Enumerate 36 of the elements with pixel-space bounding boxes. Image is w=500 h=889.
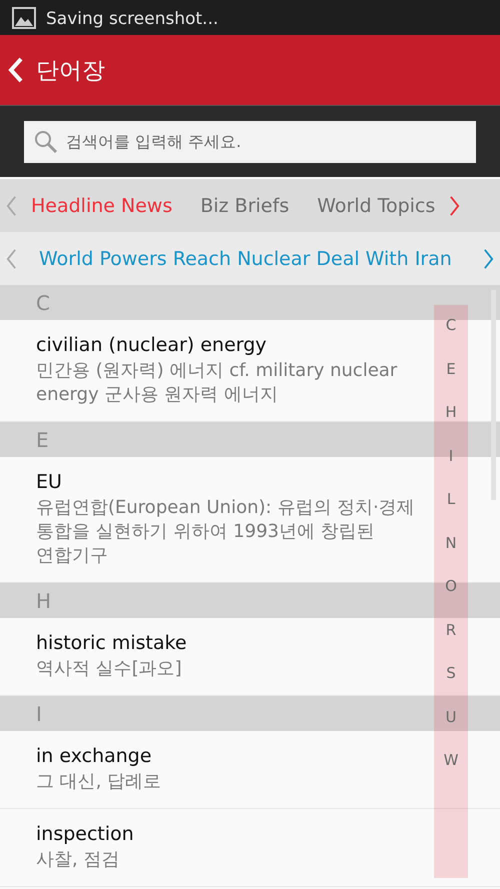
index-letter[interactable]: W — [444, 750, 458, 770]
entry-word: historic mistake — [36, 632, 188, 654]
chevron-right-icon[interactable] — [483, 248, 494, 270]
entry-meaning: 유럽연합(European Union): 유럽의 정치·경제 통합을 실현하기 위하여 1993년에 창립된 연합기구 — [36, 496, 416, 568]
entry-word: EU — [36, 471, 63, 493]
section-letter: C — [36, 290, 50, 314]
index-letter[interactable]: H — [445, 402, 457, 422]
chevron-left-icon[interactable] — [6, 248, 17, 270]
section-letter: H — [36, 588, 52, 612]
category-tab[interactable]: Biz Briefs — [186, 194, 304, 216]
category-tab[interactable]: Headline News — [17, 194, 186, 216]
section-letter: E — [36, 428, 49, 452]
entry-word: inspection — [36, 823, 135, 845]
section-letter: I — [36, 702, 42, 726]
entry-meaning: 사찰, 점검 — [36, 848, 120, 872]
entry-meaning: 역사적 실수[과오] — [36, 657, 183, 681]
search-field[interactable]: 검색어를 입력해 주세요. — [24, 120, 476, 162]
index-letter[interactable]: N — [445, 532, 457, 552]
search-icon — [34, 130, 58, 154]
back-icon[interactable] — [8, 56, 24, 84]
category-tab[interactable]: World Topics — [303, 194, 450, 216]
notification-text: Saving screenshot... — [46, 9, 218, 29]
screen-title: 단어장 — [36, 56, 105, 86]
entry-word: in exchange — [36, 745, 153, 767]
index-letter[interactable]: L — [446, 489, 456, 509]
chevron-right-icon[interactable] — [449, 194, 460, 216]
index-letter[interactable]: R — [446, 620, 456, 640]
entry-meaning: 민간용 (원자력) 에너지 cf. military nuclear energy 군사용 원자력 에너지 — [36, 359, 398, 407]
entry-meaning: 그 대신, 답례로 — [36, 770, 162, 794]
index-letter[interactable]: U — [446, 706, 456, 726]
index-letter[interactable]: E — [446, 358, 456, 378]
index-bar[interactable]: C E H I L N O R S U W — [434, 305, 468, 878]
image-icon — [12, 7, 36, 29]
index-letter[interactable]: S — [446, 663, 456, 683]
chevron-left-icon[interactable] — [6, 194, 17, 216]
entry-word: civilian (nuclear) energy — [36, 334, 268, 356]
